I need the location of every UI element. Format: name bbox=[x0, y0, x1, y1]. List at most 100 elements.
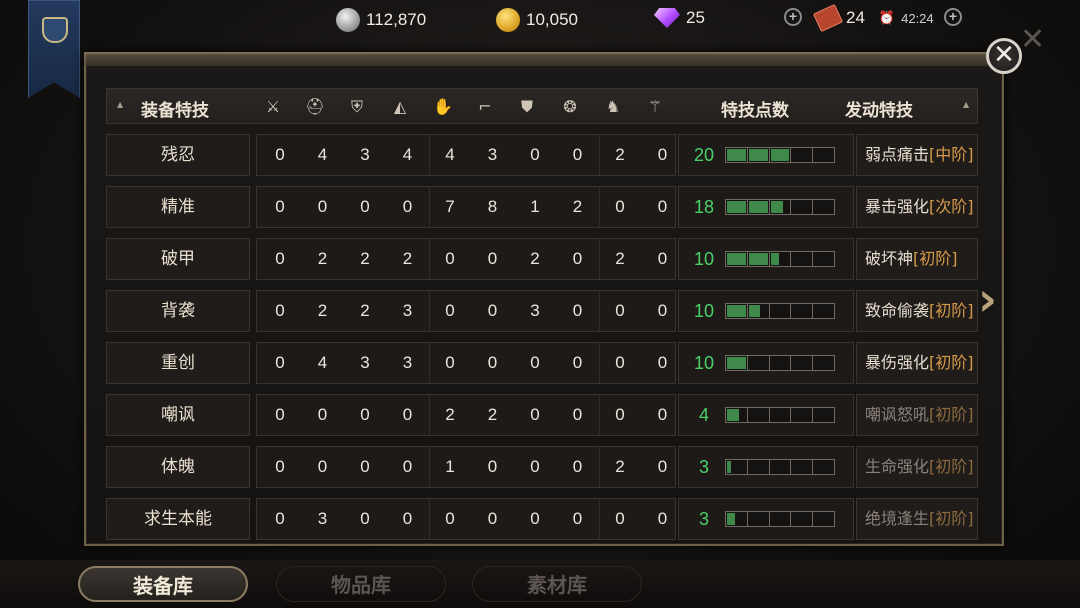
shield-icon: ⛊ bbox=[520, 97, 533, 116]
progress-fill bbox=[727, 201, 746, 213]
column-divider bbox=[429, 447, 430, 487]
alarm-clock-icon: ⏰ bbox=[878, 10, 896, 25]
triggered-skill[interactable]: 破坏神[初阶] bbox=[856, 238, 978, 280]
equipment-value: 1 bbox=[445, 457, 455, 476]
skill-points-value: 3 bbox=[698, 457, 709, 477]
skill-points-value: 10 bbox=[693, 249, 715, 269]
progress-segment bbox=[726, 252, 748, 266]
next-page-arrow-icon[interactable]: › bbox=[978, 276, 1008, 322]
triggered-skill-name: 暴伤强化 bbox=[865, 353, 930, 372]
column-divider bbox=[429, 343, 430, 383]
add-diamond[interactable]: + bbox=[784, 8, 802, 26]
skill-points-cell: 10 bbox=[678, 342, 854, 384]
skill-name: 精准 bbox=[106, 186, 250, 228]
equipment-value: 0 bbox=[657, 509, 668, 528]
table-row[interactable]: 背袭 0 2 2 3 0 0 3 0 0 0 10 致命偷袭[初阶] bbox=[106, 290, 978, 332]
tab-items[interactable]: 物品库 bbox=[276, 566, 446, 602]
skill-progress-bar bbox=[725, 511, 835, 527]
equipment-value: 3 bbox=[487, 145, 498, 164]
table-row[interactable]: 体魄 0 0 0 0 1 0 0 0 2 0 3 生命强化[初阶] bbox=[106, 446, 978, 488]
equipment-value: 0 bbox=[275, 405, 285, 424]
add-ticket-icon[interactable]: + bbox=[944, 8, 962, 26]
equipment-value: 2 bbox=[360, 301, 370, 320]
progress-segment bbox=[726, 512, 748, 526]
silver-currency: 112,870 bbox=[336, 8, 426, 32]
progress-fill bbox=[727, 305, 746, 317]
panel-frame-edge bbox=[84, 52, 1004, 66]
column-divider bbox=[599, 447, 600, 487]
add-ticket[interactable]: + bbox=[944, 8, 962, 26]
add-diamond-icon[interactable]: + bbox=[784, 8, 802, 26]
equipment-value: 0 bbox=[402, 405, 413, 424]
close-button[interactable]: ✕ bbox=[986, 38, 1022, 74]
table-row[interactable]: 精准 0 0 0 0 7 8 1 2 0 0 18 暴击强化[次阶] bbox=[106, 186, 978, 228]
progress-fill bbox=[748, 253, 768, 265]
tab-materials[interactable]: 素材库 bbox=[472, 566, 642, 602]
ticket-currency: 24 ⏰ 42:24 bbox=[812, 3, 934, 33]
equipment-value: 0 bbox=[445, 301, 455, 320]
progress-segment bbox=[791, 304, 814, 318]
equipment-value: 0 bbox=[530, 509, 540, 528]
equipment-value: 0 bbox=[402, 457, 413, 476]
header-skill-points: 特技点数 bbox=[721, 101, 789, 121]
triggered-skill[interactable]: 致命偷袭[初阶] bbox=[856, 290, 978, 332]
progress-segment bbox=[813, 408, 834, 422]
equipment-value: 0 bbox=[275, 353, 285, 372]
progress-segment bbox=[791, 408, 814, 422]
equipment-value: 0 bbox=[360, 197, 370, 216]
equipment-value: 7 bbox=[445, 197, 455, 216]
tab-equipment[interactable]: 装备库 bbox=[78, 566, 248, 602]
progress-segment bbox=[748, 408, 770, 422]
skill-points-cell: 18 bbox=[678, 186, 854, 228]
table-row[interactable]: 破甲 0 2 2 2 0 0 2 0 2 0 10 破坏神[初阶] bbox=[106, 238, 978, 280]
skill-progress-bar bbox=[725, 147, 835, 163]
equipment-value: 0 bbox=[530, 405, 540, 424]
equipment-value: 0 bbox=[657, 249, 668, 268]
equipment-value: 4 bbox=[317, 145, 328, 164]
progress-segment bbox=[791, 356, 814, 370]
triggered-skill[interactable]: 绝境逢生[初阶] bbox=[856, 498, 978, 540]
header-triggered-skill: 发动特技 bbox=[845, 101, 913, 121]
sort-up-icon[interactable]: ▲ bbox=[117, 100, 123, 109]
equipment-value: 3 bbox=[530, 301, 540, 320]
triggered-skill[interactable]: 暴伤强化[初阶] bbox=[856, 342, 978, 384]
progress-segment bbox=[748, 460, 770, 474]
column-divider bbox=[429, 395, 430, 435]
progress-segment bbox=[813, 200, 834, 214]
diamond-amount: 25 bbox=[686, 8, 705, 27]
progress-segment bbox=[748, 304, 770, 318]
equipment-value: 0 bbox=[657, 301, 668, 320]
skill-progress-bar bbox=[725, 407, 835, 423]
equipment-value: 0 bbox=[402, 197, 413, 216]
diamond-icon bbox=[654, 8, 680, 28]
silver-amount: 112,870 bbox=[366, 10, 427, 29]
skill-progress-bar bbox=[725, 459, 835, 475]
triggered-skill[interactable]: 暴击强化[次阶] bbox=[856, 186, 978, 228]
sort-up-icon[interactable]: ▲ bbox=[963, 100, 969, 109]
equipment-value: 3 bbox=[317, 509, 328, 528]
progress-segment bbox=[748, 200, 770, 214]
equipment-values: 0 4 3 3 0 0 0 0 0 0 bbox=[256, 342, 676, 384]
table-row[interactable]: 求生本能 0 3 0 0 0 0 0 0 0 0 3 绝境逢生[初阶] bbox=[106, 498, 978, 540]
progress-fill bbox=[727, 513, 736, 525]
equipment-value: 0 bbox=[657, 145, 668, 164]
progress-segment bbox=[726, 460, 748, 474]
triggered-skill[interactable]: 嘲讽怒吼[初阶] bbox=[856, 394, 978, 436]
triggered-skill[interactable]: 弱点痛击[中阶] bbox=[856, 134, 978, 176]
equipment-value: 0 bbox=[402, 509, 413, 528]
progress-segment bbox=[726, 200, 748, 214]
trinket-icon: ⚚ bbox=[647, 97, 663, 116]
table-row[interactable]: 残忍 0 4 3 4 4 3 0 0 2 0 20 弱点痛击[中阶] bbox=[106, 134, 978, 176]
triggered-skill-level: [初阶] bbox=[913, 249, 958, 268]
ticket-amount: 24 bbox=[846, 8, 865, 27]
table-row[interactable]: 嘲讽 0 0 0 0 2 2 0 0 0 0 4 嘲讽怒吼[初阶] bbox=[106, 394, 978, 436]
column-divider bbox=[429, 291, 430, 331]
header-equipment-skill: 装备特技 bbox=[141, 101, 209, 121]
triggered-skill[interactable]: 生命强化[初阶] bbox=[856, 446, 978, 488]
skill-name: 破甲 bbox=[106, 238, 250, 280]
equipment-values: 0 0 0 0 1 0 0 0 2 0 bbox=[256, 446, 676, 488]
bottom-tab-bar: 装备库 物品库 素材库 bbox=[0, 560, 1080, 608]
skill-points-value: 10 bbox=[693, 353, 715, 373]
table-row[interactable]: 重创 0 4 3 3 0 0 0 0 0 0 10 暴伤强化[初阶] bbox=[106, 342, 978, 384]
progress-fill bbox=[748, 305, 761, 317]
